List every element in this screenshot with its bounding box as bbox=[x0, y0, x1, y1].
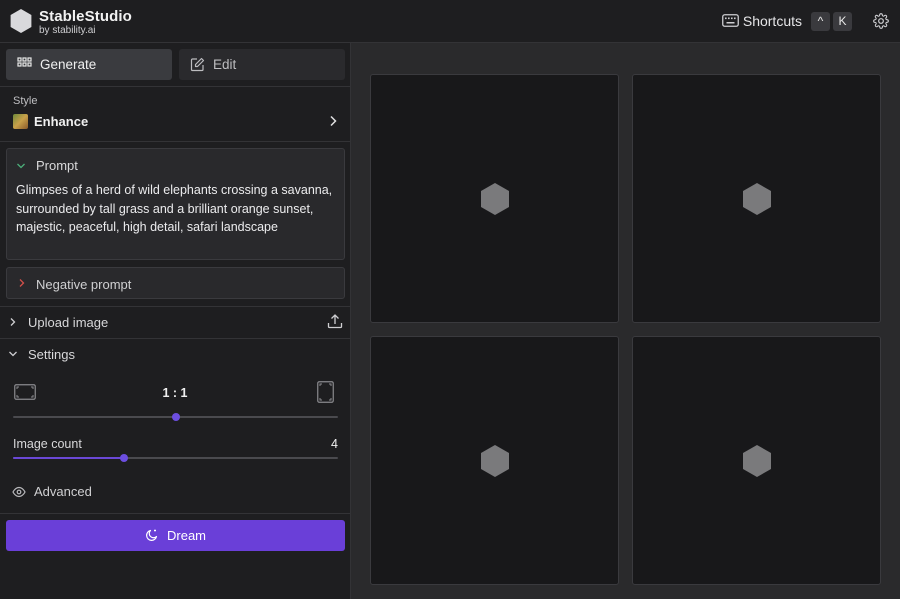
shortcuts-button[interactable]: Shortcuts bbox=[743, 13, 802, 29]
image-count-slider-thumb[interactable] bbox=[120, 454, 128, 462]
chevron-down-icon[interactable] bbox=[16, 161, 26, 171]
keyboard-icon bbox=[722, 14, 739, 27]
chevron-right-icon bbox=[330, 115, 337, 127]
settings-label: Settings bbox=[28, 347, 75, 362]
prompt-title[interactable]: Prompt bbox=[36, 158, 78, 173]
app-name[interactable]: StableStudio bbox=[39, 8, 132, 25]
placeholder-hexagon-icon bbox=[481, 445, 509, 477]
image-count-label: Image count bbox=[13, 437, 82, 451]
upload-image-label: Upload image bbox=[28, 315, 109, 330]
tab-generate[interactable]: Generate bbox=[6, 49, 172, 80]
upload-icon[interactable] bbox=[327, 313, 343, 329]
placeholder-hexagon-icon bbox=[481, 183, 509, 215]
image-grid bbox=[351, 43, 900, 599]
portrait-ratio-icon[interactable] bbox=[317, 381, 334, 403]
placeholder-hexagon-icon bbox=[743, 183, 771, 215]
aspect-ratio-slider-thumb[interactable] bbox=[172, 413, 180, 421]
image-count-slider-fill bbox=[13, 457, 124, 459]
landscape-ratio-icon[interactable] bbox=[14, 384, 36, 400]
divider bbox=[0, 338, 350, 339]
placeholder-hexagon-icon bbox=[743, 445, 771, 477]
top-bar: StableStudio by stability.ai Shortcuts ^… bbox=[0, 0, 900, 43]
moon-icon bbox=[146, 529, 158, 541]
shortcut-key-ctrl: ^ bbox=[811, 12, 830, 31]
chevron-right-icon bbox=[10, 318, 16, 326]
image-placeholder[interactable] bbox=[632, 74, 881, 323]
sidebar: Generate Edit Style Enhance Prompt Glimp… bbox=[0, 43, 351, 599]
style-label: Style bbox=[13, 95, 38, 107]
style-value: Enhance bbox=[34, 114, 89, 129]
advanced-label: Advanced bbox=[34, 484, 92, 499]
negative-prompt-title: Negative prompt bbox=[36, 277, 132, 292]
grid-icon bbox=[17, 57, 32, 67]
divider bbox=[0, 513, 350, 514]
image-placeholder[interactable] bbox=[370, 74, 619, 323]
aspect-ratio-slider[interactable] bbox=[13, 413, 338, 421]
gear-icon[interactable] bbox=[873, 13, 889, 29]
style-thumbnail bbox=[13, 114, 28, 129]
divider bbox=[0, 86, 350, 87]
aspect-ratio-value: 1 : 1 bbox=[162, 386, 188, 400]
tab-edit[interactable]: Edit bbox=[179, 49, 345, 80]
image-count-slider[interactable] bbox=[13, 454, 338, 462]
eye-icon bbox=[12, 486, 26, 498]
prompt-input[interactable]: Glimpses of a herd of wild elephants cro… bbox=[16, 181, 338, 237]
chevron-right-icon bbox=[19, 279, 25, 287]
image-placeholder[interactable] bbox=[370, 336, 619, 585]
chevron-down-icon bbox=[9, 351, 17, 357]
divider bbox=[0, 306, 350, 307]
shortcut-key-k: K bbox=[833, 12, 852, 31]
dream-button-label: Dream bbox=[167, 528, 207, 543]
tab-generate-label: Generate bbox=[40, 57, 97, 72]
image-count-value: 4 bbox=[331, 437, 338, 451]
aspect-ratio-slider-fill bbox=[13, 416, 176, 418]
dream-button[interactable]: Dream bbox=[6, 520, 345, 551]
negative-prompt-panel[interactable]: Negative prompt bbox=[6, 267, 345, 299]
prompt-panel: Prompt Glimpses of a herd of wild elepha… bbox=[6, 148, 345, 260]
edit-icon bbox=[190, 57, 205, 72]
app-byline: by stability.ai bbox=[39, 25, 96, 36]
image-placeholder[interactable] bbox=[632, 336, 881, 585]
divider bbox=[0, 141, 350, 142]
stablestudio-logo-icon[interactable] bbox=[8, 8, 34, 34]
tab-edit-label: Edit bbox=[213, 57, 237, 72]
